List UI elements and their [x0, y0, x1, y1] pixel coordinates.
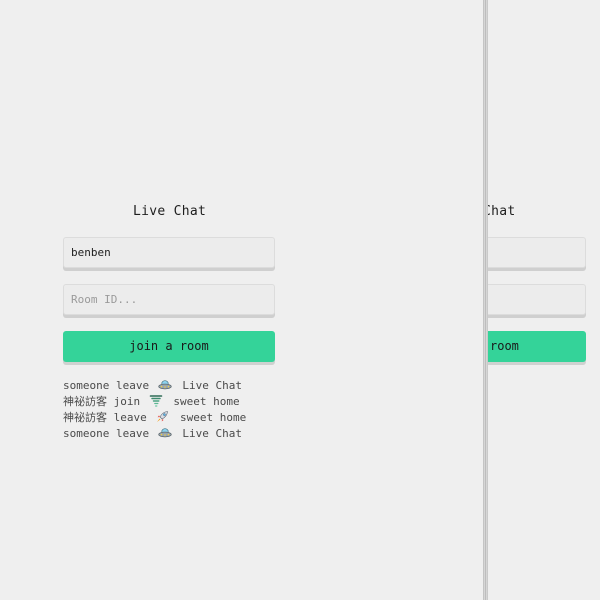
log-action: join	[113, 395, 141, 408]
log-entry: 神祕訪客 join sweet home	[63, 394, 363, 410]
log-entry: someone leave Live Chat	[63, 378, 363, 394]
log-room: sweet home	[173, 395, 240, 408]
chat-lobby-panel-right: Chat room	[488, 0, 600, 600]
username-input[interactable]	[63, 237, 275, 268]
room-id-input[interactable]	[63, 284, 275, 315]
username-input[interactable]	[488, 237, 586, 268]
join-room-button[interactable]: room	[488, 331, 586, 362]
log-action: leave	[115, 427, 150, 440]
page-title: Chat	[488, 204, 516, 219]
tornado-icon	[149, 395, 163, 407]
log-entry: someone leave Live Chat	[63, 426, 363, 442]
ufo-icon	[158, 380, 172, 390]
log-room: Live Chat	[182, 427, 242, 440]
log-action: leave	[113, 411, 147, 424]
page-title: Live Chat	[133, 204, 207, 219]
activity-log: someone leave Live Chat 神祕訪客 join sweet …	[63, 378, 363, 442]
rocket-icon	[157, 411, 169, 422]
log-entry: 神祕訪客 leave sweet home	[63, 410, 363, 426]
log-user: someone	[63, 427, 110, 440]
log-user: 神祕訪客	[63, 395, 107, 408]
app-stage: Live Chat join a room someone leave Live…	[0, 0, 600, 600]
log-action: leave	[115, 379, 150, 392]
join-room-button[interactable]: join a room	[63, 331, 275, 362]
room-id-input[interactable]	[488, 284, 586, 315]
log-user: someone	[63, 379, 110, 392]
log-room: Live Chat	[182, 379, 242, 392]
log-user: 神祕訪客	[63, 411, 107, 424]
log-room: sweet home	[180, 411, 247, 424]
ufo-icon	[158, 428, 172, 438]
chat-lobby-panel-left: Live Chat join a room someone leave Live…	[0, 0, 483, 600]
